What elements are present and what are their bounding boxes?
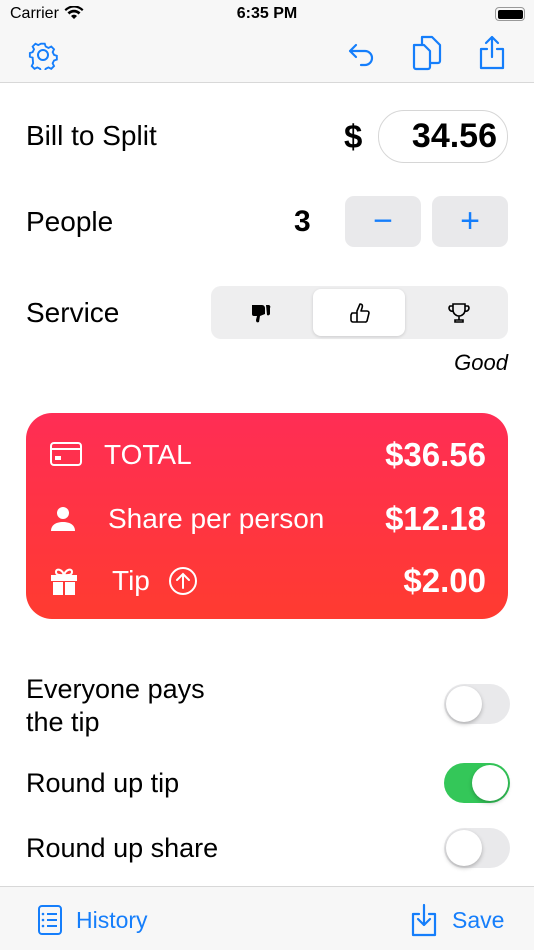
battery-icon (495, 7, 525, 21)
share-button[interactable] (472, 33, 512, 73)
thumbs-down-icon (251, 304, 270, 322)
list-icon (38, 905, 62, 935)
history-button[interactable]: History (38, 905, 148, 935)
plus-icon: + (460, 202, 480, 240)
segment-good[interactable] (310, 286, 409, 339)
label-line-2: the tip (26, 707, 100, 737)
service-label: Service (26, 297, 120, 328)
round-up-share-toggle[interactable] (444, 828, 510, 868)
bottom-toolbar: History Save (0, 886, 534, 950)
copy-button[interactable] (407, 33, 447, 73)
gift-icon (51, 568, 77, 595)
undo-icon (348, 43, 374, 67)
round-up-tip-label: Round up tip (26, 768, 180, 798)
settings-button[interactable] (23, 35, 63, 75)
credit-card-icon (50, 442, 82, 466)
tip-label: Tip (112, 565, 150, 596)
toggle-knob (446, 830, 482, 866)
summary-card: TOTAL $36.56 Share per person $12.18 Tip… (26, 413, 508, 619)
tip-row: Tip $2.00 (26, 556, 508, 606)
tip-round-up-icon[interactable] (168, 566, 198, 596)
decrement-button[interactable]: − (345, 196, 421, 247)
status-time: 6:35 PM (236, 5, 298, 22)
share-row: Share per person $12.18 (26, 494, 508, 544)
people-count: 3 (294, 205, 311, 238)
trophy-icon (447, 302, 470, 323)
bill-label: Bill to Split (26, 120, 157, 151)
copy-icon (412, 35, 442, 71)
top-toolbar: Carrier 6:35 PM (0, 0, 534, 83)
service-rating-text: Good (454, 350, 508, 375)
share-value: $12.18 (385, 500, 486, 537)
total-row: TOTAL $36.56 (26, 430, 508, 480)
currency-symbol: $ (344, 118, 363, 155)
undo-button[interactable] (342, 35, 382, 75)
everyone-pays-tip-toggle[interactable] (444, 684, 510, 724)
thumbs-up-icon (349, 302, 370, 323)
bill-amount-input[interactable]: 34.56 (378, 110, 508, 163)
save-button[interactable]: Save (410, 903, 504, 937)
service-segmented-control (211, 286, 508, 339)
person-icon (51, 507, 75, 531)
tip-value: $2.00 (403, 562, 486, 599)
total-value: $36.56 (385, 436, 486, 473)
increment-button[interactable]: + (432, 196, 508, 247)
save-label: Save (452, 906, 505, 933)
round-up-share-label: Round up share (26, 833, 219, 863)
segment-excellent[interactable] (409, 286, 508, 339)
total-label: TOTAL (104, 439, 192, 470)
history-label: History (76, 906, 148, 933)
label-line-1: Everyone pays (26, 674, 205, 704)
gear-icon (28, 42, 58, 70)
download-icon (411, 903, 437, 937)
round-up-tip-toggle[interactable] (444, 763, 510, 803)
toggle-knob (472, 765, 508, 801)
segment-poor[interactable] (211, 286, 310, 339)
share-label: Share per person (108, 503, 325, 534)
share-icon (479, 35, 505, 70)
everyone-pays-tip-label: Everyone pays the tip (26, 673, 205, 739)
people-label: People (26, 206, 114, 237)
minus-icon: − (373, 202, 393, 240)
toggle-knob (446, 686, 482, 722)
